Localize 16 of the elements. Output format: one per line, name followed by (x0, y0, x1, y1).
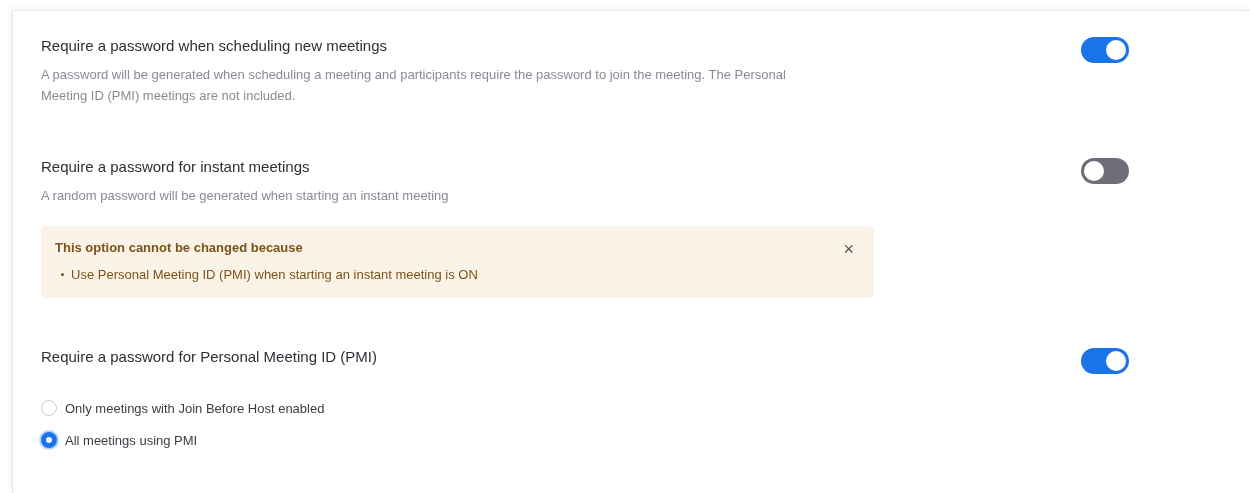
setting-description: A password will be generated when scheduling a meeting and participants require the password to join the meeting. The Personal Meeting ID (PMI) meetings are not included. (41, 66, 787, 105)
close-button[interactable]: × (837, 240, 860, 258)
toggle-switch[interactable] (1081, 158, 1129, 184)
radio-button[interactable] (41, 400, 57, 416)
bullet-icon (61, 273, 64, 276)
toggle-switch[interactable] (1081, 37, 1129, 63)
radio-label: Only meetings with Join Before Host enabled (65, 400, 325, 416)
setting-title: Require a password for instant meetings (41, 158, 311, 175)
notice-title: This option cannot be changed because (55, 240, 304, 255)
radio-label: All meetings using PMI (65, 432, 198, 448)
toggle-switch[interactable] (1081, 348, 1129, 374)
notice-text: Use Personal Meeting ID (PMI) when starting an instant meeting is ON (71, 267, 478, 282)
setting-description: A random password will be generated when starting an instant meeting (41, 187, 450, 205)
radio-button[interactable] (41, 432, 57, 448)
setting-title: Require a password for Personal Meeting ID (PMI) (41, 348, 377, 365)
setting-title: Require a password when scheduling new meetings (41, 37, 389, 54)
